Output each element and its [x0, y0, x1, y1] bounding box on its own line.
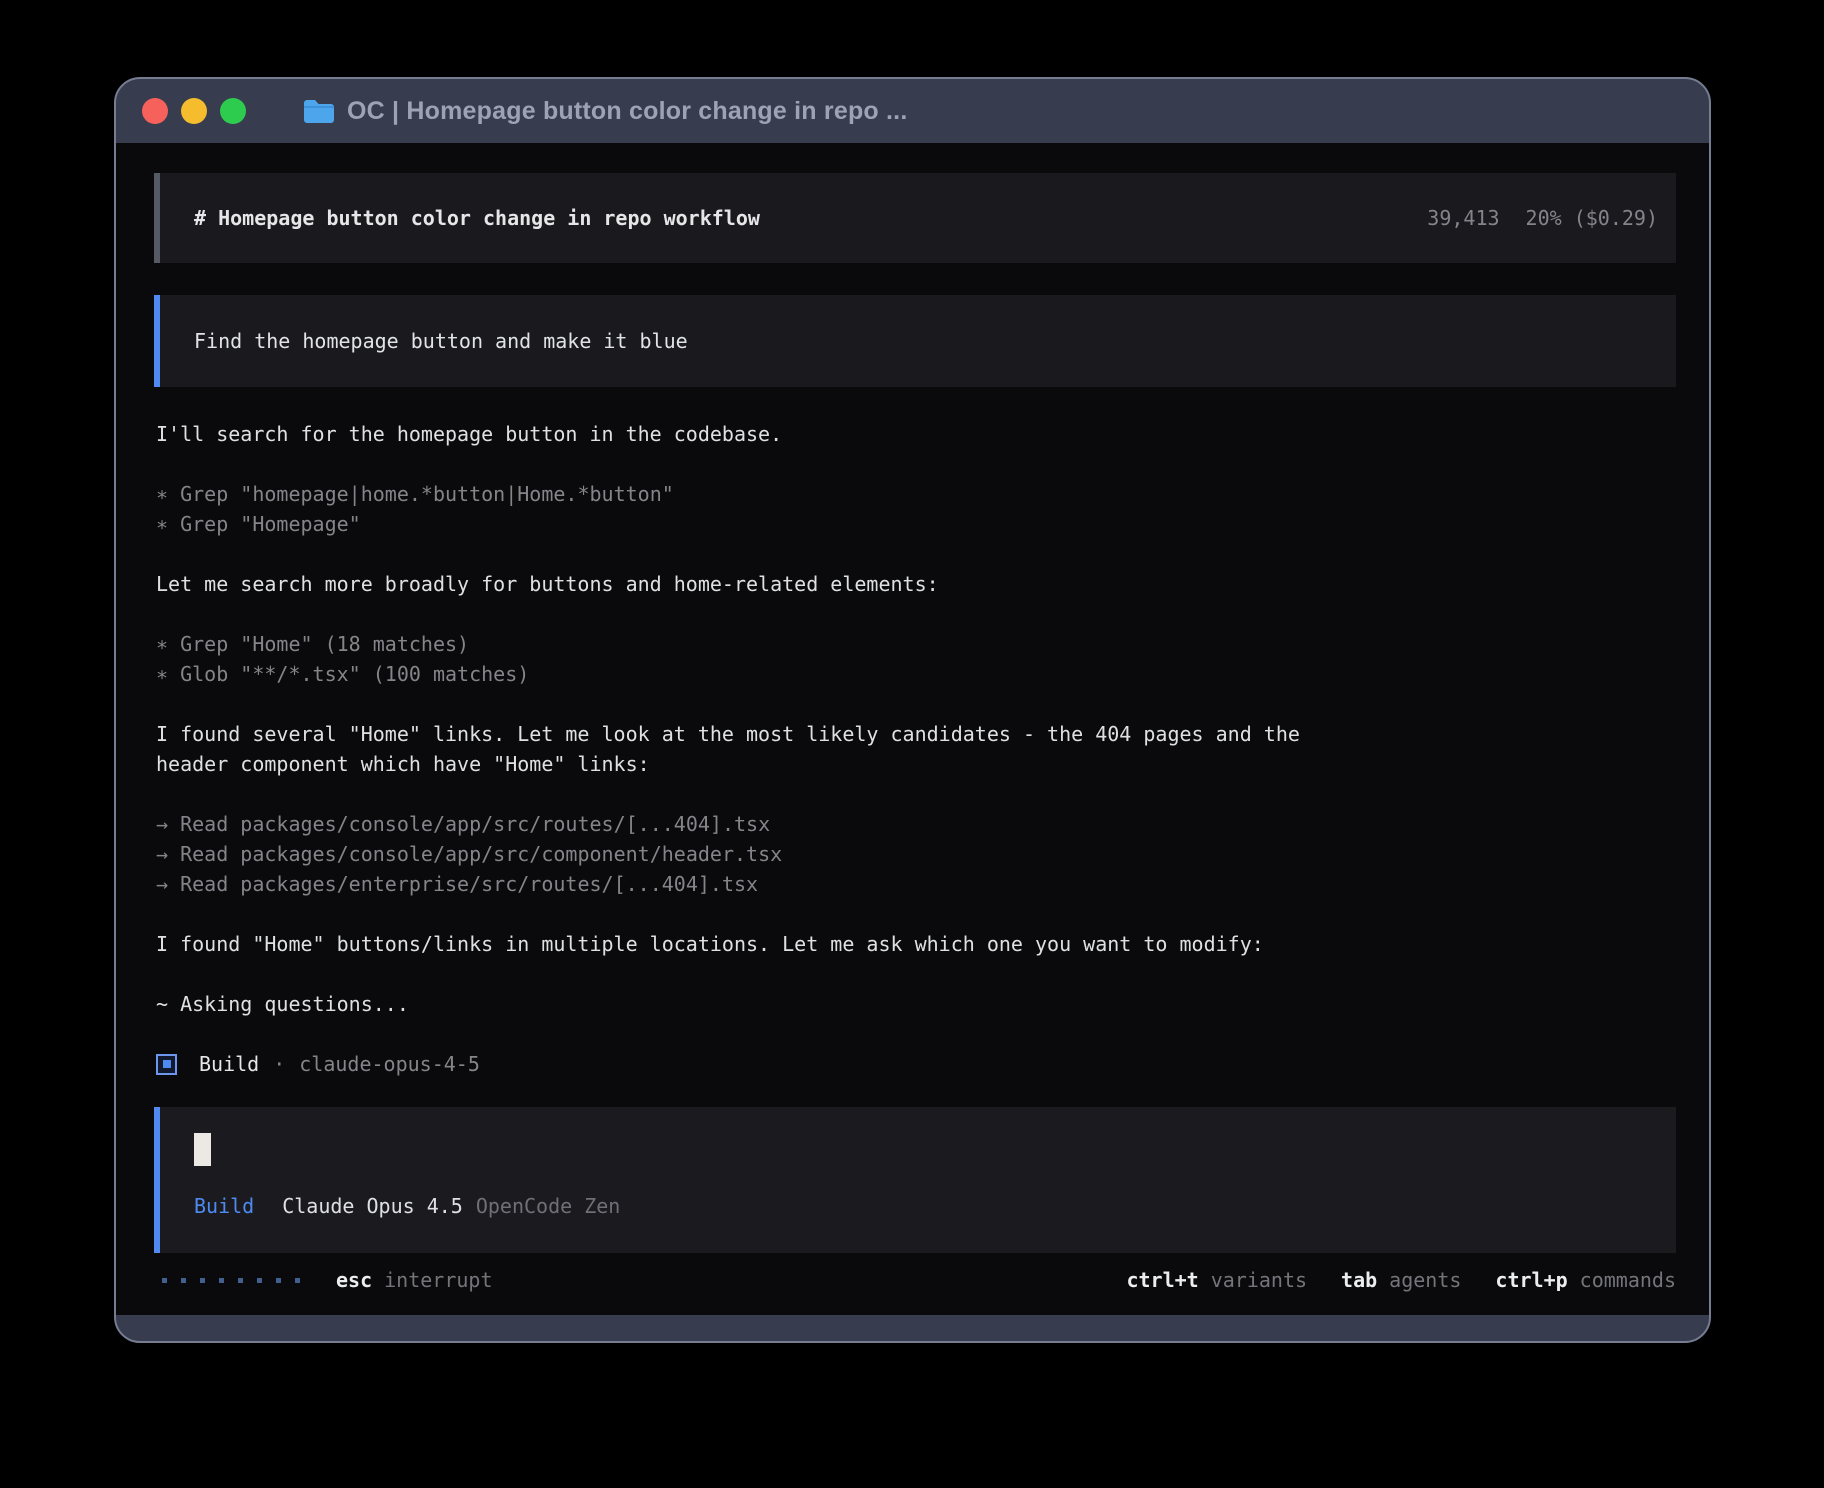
- text-cursor: [194, 1133, 211, 1166]
- shortcut-hint-variants: ctrl+t variants: [1126, 1265, 1307, 1295]
- tool-call-group: ∗ Grep "Home" (18 matches)∗ Glob "**/*.t…: [156, 629, 1676, 689]
- line-text: Grep "Home" (18 matches): [180, 632, 469, 656]
- line-text: Read packages/enterprise/src/routes/[...…: [180, 872, 758, 896]
- tool-asterisk-icon: ∗: [156, 632, 180, 656]
- line-text: Let me search more broadly for buttons a…: [156, 572, 939, 596]
- input-agent-label[interactable]: Build: [194, 1191, 254, 1221]
- status-bar: esc interrupt ctrl+tvariantstabagentsctr…: [154, 1265, 1676, 1295]
- line-text: Read packages/console/app/src/component/…: [180, 842, 782, 866]
- tool-call-line: ∗ Grep "Homepage": [156, 509, 1324, 539]
- assistant-text: I'll search for the homepage button in t…: [156, 419, 1324, 449]
- assistant-text: I found several "Home" links. Let me loo…: [156, 719, 1324, 779]
- esc-key-label: esc: [336, 1265, 372, 1295]
- prompt-input[interactable]: Build Claude Opus 4.5 OpenCode Zen: [154, 1107, 1676, 1253]
- line-text: I'll search for the homepage button in t…: [156, 422, 782, 446]
- user-message-text: Find the homepage button and make it blu…: [194, 326, 688, 356]
- line-text: Grep "homepage|home.*button|Home.*button…: [180, 482, 674, 506]
- spinner-dot: [238, 1278, 243, 1283]
- session-header: # Homepage button color change in repo w…: [154, 173, 1676, 263]
- shortcut-hint-commands: ctrl+p commands: [1495, 1265, 1676, 1295]
- shortcut-key: tab: [1341, 1265, 1377, 1295]
- close-button[interactable]: [142, 98, 168, 124]
- tool-call-group: → Read packages/console/app/src/routes/[…: [156, 809, 1676, 899]
- assistant-text: I found "Home" buttons/links in multiple…: [156, 929, 1324, 959]
- spinner-dot: [295, 1278, 300, 1283]
- read-arrow-icon: →: [156, 812, 180, 836]
- tool-call-line: ∗ Grep "Home" (18 matches): [156, 629, 1324, 659]
- session-stats: 39,413 20% ($0.29): [1427, 203, 1658, 233]
- input-status-line: Build Claude Opus 4.5 OpenCode Zen: [194, 1191, 1658, 1221]
- terminal-content: # Homepage button color change in repo w…: [116, 143, 1709, 1315]
- assistant-conversation: I'll search for the homepage button in t…: [154, 419, 1676, 1019]
- task-model-name: claude-opus-4-5: [299, 1049, 480, 1079]
- folder-icon: [303, 98, 335, 124]
- input-provider-label: OpenCode Zen: [476, 1191, 621, 1221]
- agent-task-status: Build · claude-opus-4-5: [154, 1049, 1676, 1079]
- spinner-dot: [219, 1278, 224, 1283]
- line-text: I found several "Home" links. Let me loo…: [156, 722, 1312, 776]
- shortcut-label: commands: [1580, 1265, 1676, 1295]
- window-titlebar[interactable]: OC | Homepage button color change in rep…: [116, 79, 1709, 143]
- interrupt-hint: esc interrupt: [336, 1265, 493, 1295]
- input-model-label[interactable]: Claude Opus 4.5: [282, 1191, 463, 1221]
- task-agent-name: Build: [199, 1049, 259, 1079]
- assistant-text: Let me search more broadly for buttons a…: [156, 569, 1324, 599]
- assistant-paragraph: I found several "Home" links. Let me loo…: [156, 719, 1676, 779]
- user-message: Find the homepage button and make it blu…: [154, 295, 1676, 387]
- interrupt-label: interrupt: [384, 1265, 492, 1295]
- read-arrow-icon: →: [156, 842, 180, 866]
- task-separator: ·: [273, 1049, 285, 1079]
- spinner-dot: [162, 1278, 167, 1283]
- window-title-group: OC | Homepage button color change in rep…: [303, 97, 907, 126]
- line-text: Read packages/console/app/src/routes/[..…: [180, 812, 770, 836]
- shortcut-label: variants: [1211, 1265, 1307, 1295]
- session-title: # Homepage button color change in repo w…: [194, 203, 760, 233]
- line-text: Grep "Homepage": [180, 512, 361, 536]
- context-cost: 20% ($0.29): [1526, 203, 1658, 233]
- window-title: OC | Homepage button color change in rep…: [347, 97, 907, 126]
- spinner-dot: [200, 1278, 205, 1283]
- line-text: Glob "**/*.tsx" (100 matches): [180, 662, 529, 686]
- tool-call-line: → Read packages/enterprise/src/routes/[.…: [156, 869, 1324, 899]
- activity-spinner-dots: [162, 1278, 300, 1283]
- terminal-window: OC | Homepage button color change in rep…: [114, 77, 1711, 1343]
- line-text: ~ Asking questions...: [156, 992, 409, 1016]
- spinner-dot: [181, 1278, 186, 1283]
- tool-call-group: ∗ Grep "homepage|home.*button|Home.*butt…: [156, 479, 1676, 539]
- tool-call-line: → Read packages/console/app/src/componen…: [156, 839, 1324, 869]
- tool-call-line: → Read packages/console/app/src/routes/[…: [156, 809, 1324, 839]
- spinner-dot: [276, 1278, 281, 1283]
- assistant-paragraph: Let me search more broadly for buttons a…: [156, 569, 1676, 599]
- tool-call-line: ∗ Glob "**/*.tsx" (100 matches): [156, 659, 1324, 689]
- keyboard-shortcuts: ctrl+t variants tab agents ctrl+p commands: [1126, 1265, 1676, 1295]
- agent-status-icon: [156, 1054, 177, 1075]
- spinner-dot: [257, 1278, 262, 1283]
- token-count: 39,413: [1427, 203, 1499, 233]
- assistant-paragraph: I'll search for the homepage button in t…: [156, 419, 1676, 449]
- assistant-paragraph: I found "Home" buttons/links in multiple…: [156, 929, 1676, 959]
- assistant-paragraph: ~ Asking questions...: [156, 989, 1676, 1019]
- traffic-lights: [142, 98, 246, 124]
- assistant-text: ~ Asking questions...: [156, 989, 1324, 1019]
- tool-asterisk-icon: ∗: [156, 662, 180, 686]
- minimize-button[interactable]: [181, 98, 207, 124]
- shortcut-hint-agents: tab agents: [1341, 1265, 1461, 1295]
- line-text: I found "Home" buttons/links in multiple…: [156, 932, 1264, 956]
- tool-asterisk-icon: ∗: [156, 482, 180, 506]
- zoom-button[interactable]: [220, 98, 246, 124]
- read-arrow-icon: →: [156, 872, 180, 896]
- tool-asterisk-icon: ∗: [156, 512, 180, 536]
- tool-call-line: ∗ Grep "homepage|home.*button|Home.*butt…: [156, 479, 1324, 509]
- shortcut-key: ctrl+t: [1126, 1265, 1198, 1295]
- shortcut-label: agents: [1389, 1265, 1461, 1295]
- shortcut-key: ctrl+p: [1495, 1265, 1567, 1295]
